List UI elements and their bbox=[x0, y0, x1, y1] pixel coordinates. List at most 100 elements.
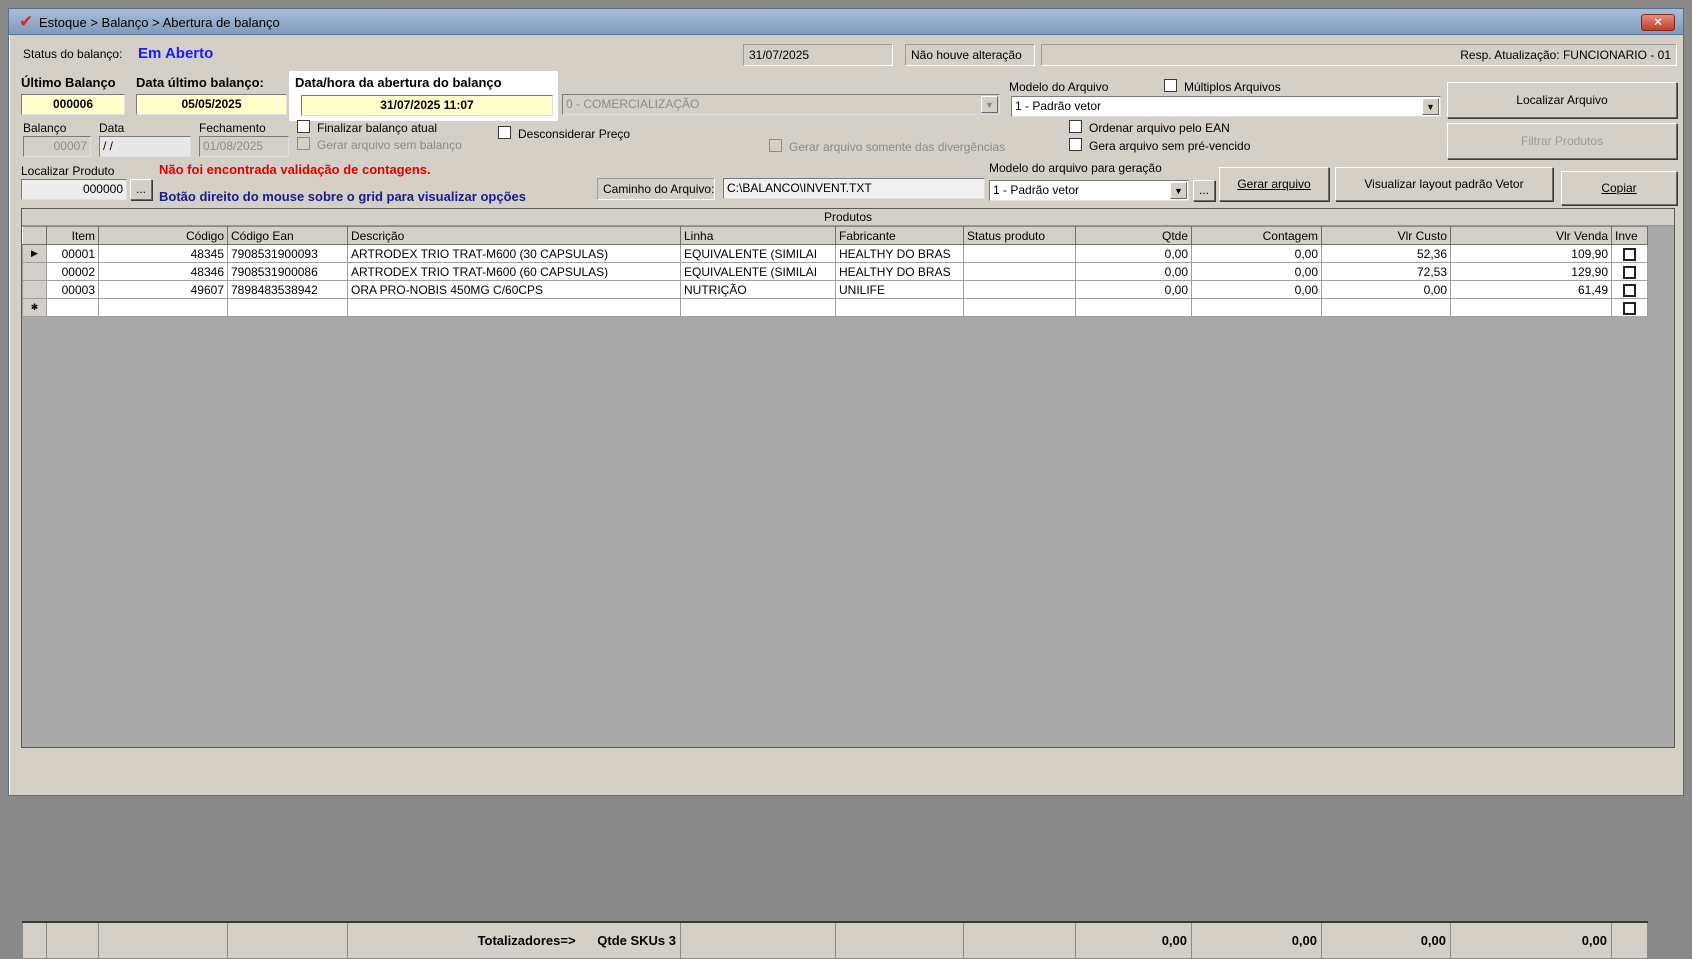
new-row[interactable]: ✱ bbox=[22, 298, 1648, 317]
modelo-geracao-select[interactable]: 1 - Padrão vetor ▼ bbox=[989, 180, 1189, 201]
copiar-button[interactable]: Copiar bbox=[1561, 171, 1677, 205]
cell-inve[interactable] bbox=[1611, 280, 1648, 299]
cell-fabricante[interactable]: HEALTHY DO BRAS bbox=[835, 244, 964, 263]
col-codigo-ean[interactable]: Código Ean bbox=[227, 226, 348, 245]
cell-vlr-custo[interactable]: 52,36 bbox=[1321, 244, 1451, 263]
totals-spacer bbox=[1611, 921, 1648, 959]
products-table[interactable]: Item Código Código Ean Descrição Linha F… bbox=[22, 226, 1648, 317]
cell-contagem[interactable]: 0,00 bbox=[1191, 280, 1322, 299]
cell-codigo[interactable]: 49607 bbox=[98, 280, 228, 299]
col-qtde[interactable]: Qtde bbox=[1075, 226, 1192, 245]
cell-descricao[interactable]: ORA PRO-NOBIS 450MG C/60CPS bbox=[347, 280, 681, 299]
close-button[interactable]: ✕ bbox=[1641, 14, 1675, 31]
inve-checkbox[interactable] bbox=[1623, 301, 1636, 315]
multiplos-checkbox[interactable] bbox=[1164, 79, 1177, 92]
col-vlr-venda[interactable]: Vlr Venda bbox=[1450, 226, 1612, 245]
cell-descricao[interactable]: ARTRODEX TRIO TRAT-M600 (30 CAPSULAS) bbox=[347, 244, 681, 263]
desconsiderar-checkbox[interactable] bbox=[498, 126, 511, 139]
cell-ean[interactable] bbox=[227, 298, 348, 317]
cell-qtde[interactable]: 0,00 bbox=[1075, 280, 1192, 299]
col-vlr-custo[interactable]: Vlr Custo bbox=[1321, 226, 1451, 245]
cell-codigo[interactable]: 48346 bbox=[98, 262, 228, 281]
cell-ean[interactable]: 7908531900086 bbox=[227, 262, 348, 281]
cell-item[interactable]: 00002 bbox=[46, 262, 99, 281]
cell-vlr-venda[interactable]: 61,49 bbox=[1450, 280, 1612, 299]
filtrar-produtos-button[interactable]: Filtrar Produtos bbox=[1447, 123, 1677, 159]
cell-vlr-custo[interactable]: 72,53 bbox=[1321, 262, 1451, 281]
cell-inve[interactable] bbox=[1611, 298, 1648, 317]
gerar-sem-balanco-checkbox[interactable] bbox=[297, 137, 310, 150]
abertura-field[interactable]: 31/07/2025 11:07 bbox=[301, 95, 553, 116]
chevron-down-icon[interactable]: ▼ bbox=[1170, 182, 1187, 199]
cell-linha[interactable]: EQUIVALENTE (SIMILAI bbox=[680, 244, 836, 263]
col-contagem[interactable]: Contagem bbox=[1191, 226, 1322, 245]
caminho-field[interactable]: C:\BALANCO\INVENT.TXT bbox=[723, 178, 985, 199]
totals-spacer bbox=[98, 921, 228, 959]
cell-linha[interactable]: EQUIVALENTE (SIMILAI bbox=[680, 262, 836, 281]
cell-descricao[interactable] bbox=[347, 298, 681, 317]
finalizar-checkbox[interactable] bbox=[297, 120, 310, 133]
inve-checkbox[interactable] bbox=[1623, 265, 1636, 279]
cell-ean[interactable]: 7908531900093 bbox=[227, 244, 348, 263]
cell-qtde[interactable]: 0,00 bbox=[1075, 262, 1192, 281]
gerar-divergencias-checkbox[interactable] bbox=[769, 139, 782, 152]
inve-checkbox[interactable] bbox=[1623, 283, 1636, 297]
localizar-produto-field[interactable]: 000000 bbox=[21, 179, 127, 200]
table-row[interactable]: ▶ 00001 48345 7908531900093 ARTRODEX TRI… bbox=[22, 244, 1648, 263]
col-status[interactable]: Status produto bbox=[963, 226, 1076, 245]
cell-status[interactable] bbox=[963, 244, 1076, 263]
cell-linha[interactable]: NUTRIÇÃO bbox=[680, 280, 836, 299]
cell-linha[interactable] bbox=[680, 298, 836, 317]
cell-fabricante[interactable] bbox=[835, 298, 964, 317]
cell-contagem[interactable] bbox=[1191, 298, 1322, 317]
cell-descricao[interactable]: ARTRODEX TRIO TRAT-M600 (60 CAPSULAS) bbox=[347, 262, 681, 281]
gerar-arquivo-button[interactable]: Gerar arquivo bbox=[1219, 167, 1329, 201]
cell-fabricante[interactable]: HEALTHY DO BRAS bbox=[835, 262, 964, 281]
col-fabricante[interactable]: Fabricante bbox=[835, 226, 964, 245]
col-inve[interactable]: Inve bbox=[1611, 226, 1648, 245]
cell-inve[interactable] bbox=[1611, 244, 1648, 263]
ordenar-ean-checkbox[interactable] bbox=[1069, 120, 1082, 133]
col-codigo[interactable]: Código bbox=[98, 226, 228, 245]
cell-item[interactable]: 00003 bbox=[46, 280, 99, 299]
cell-vlr-custo[interactable] bbox=[1321, 298, 1451, 317]
cell-item[interactable] bbox=[46, 298, 99, 317]
localizar-produto-button[interactable]: ... bbox=[130, 179, 152, 200]
cell-vlr-venda[interactable]: 109,90 bbox=[1450, 244, 1612, 263]
col-item[interactable]: Item bbox=[46, 226, 99, 245]
cell-vlr-venda[interactable] bbox=[1450, 298, 1612, 317]
header-indicator bbox=[22, 226, 47, 245]
cell-status[interactable] bbox=[963, 280, 1076, 299]
cell-codigo[interactable] bbox=[98, 298, 228, 317]
cell-ean[interactable]: 7898483538942 bbox=[227, 280, 348, 299]
col-descricao[interactable]: Descrição bbox=[347, 226, 681, 245]
localizar-arquivo-button[interactable]: Localizar Arquivo bbox=[1447, 82, 1677, 118]
cell-status[interactable] bbox=[963, 298, 1076, 317]
table-row[interactable]: 00002 48346 7908531900086 ARTRODEX TRIO … bbox=[22, 262, 1648, 281]
cell-fabricante[interactable]: UNILIFE bbox=[835, 280, 964, 299]
cell-qtde[interactable] bbox=[1075, 298, 1192, 317]
inve-checkbox[interactable] bbox=[1623, 247, 1636, 261]
visualizar-layout-button[interactable]: Visualizar layout padrão Vetor bbox=[1335, 167, 1553, 201]
cell-vlr-custo[interactable]: 0,00 bbox=[1321, 280, 1451, 299]
cell-inve[interactable] bbox=[1611, 262, 1648, 281]
chevron-down-icon[interactable]: ▼ bbox=[1422, 98, 1439, 115]
products-grid[interactable]: Produtos Item Código Código Ean Descriçã… bbox=[21, 208, 1675, 959]
cell-status[interactable] bbox=[963, 262, 1076, 281]
data-field[interactable]: / / bbox=[99, 136, 191, 157]
title-bar[interactable]: ✔ Estoque > Balanço > Abertura de balanç… bbox=[9, 9, 1683, 35]
cell-item[interactable]: 00001 bbox=[46, 244, 99, 263]
table-row[interactable]: 00003 49607 7898483538942 ORA PRO-NOBIS … bbox=[22, 280, 1648, 299]
comercializacao-select[interactable]: 0 - COMERCIALIZAÇÃO ▼ bbox=[562, 94, 1000, 115]
col-linha[interactable]: Linha bbox=[680, 226, 836, 245]
totals-spacer bbox=[22, 921, 47, 959]
chevron-down-icon[interactable]: ▼ bbox=[981, 96, 998, 113]
gera-pre-vencido-checkbox[interactable] bbox=[1069, 138, 1082, 151]
cell-qtde[interactable]: 0,00 bbox=[1075, 244, 1192, 263]
cell-codigo[interactable]: 48345 bbox=[98, 244, 228, 263]
cell-contagem[interactable]: 0,00 bbox=[1191, 244, 1322, 263]
modelo-geracao-browse-button[interactable]: ... bbox=[1193, 180, 1215, 201]
cell-contagem[interactable]: 0,00 bbox=[1191, 262, 1322, 281]
modelo-arquivo-select[interactable]: 1 - Padrão vetor ▼ bbox=[1011, 96, 1441, 117]
cell-vlr-venda[interactable]: 129,90 bbox=[1450, 262, 1612, 281]
